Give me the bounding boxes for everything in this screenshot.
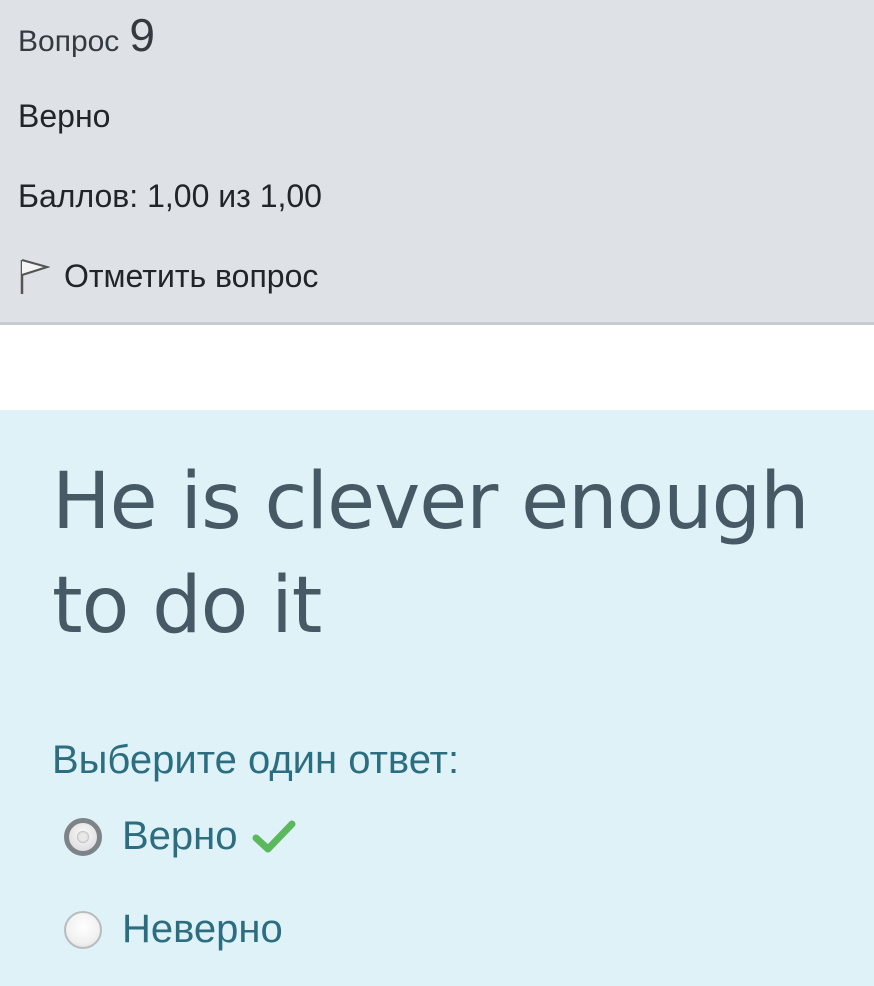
answer-radio-false[interactable] [64,910,102,949]
question-number-value: 9 [129,9,155,61]
question-text: He is clever enough to do it [52,457,810,651]
answer-option-false[interactable]: Неверно [64,907,283,952]
question-info-panel: Вопрос 9 Верно Баллов: 1,00 из 1,00 Отмет… [0,0,874,325]
question-number: Вопрос 9 [18,8,155,62]
answer-prompt: Выберите один ответ: [52,738,460,782]
flag-question-button[interactable]: Отметить вопрос [18,256,318,296]
question-label: Вопрос [18,25,120,58]
question-state: Верно [18,98,111,134]
checkmark-icon [252,820,296,852]
question-content: He is clever enough to do it Выберите од… [0,410,874,986]
flag-question-label: Отметить вопрос [64,257,319,294]
answer-label-true: Верно [122,814,238,858]
answer-radio-true[interactable] [64,817,102,856]
answer-label-false: Неверно [122,907,283,951]
flag-icon [20,258,50,294]
question-grade: Баллов: 1,00 из 1,00 [18,178,322,214]
answer-option-true[interactable]: Верно [64,814,296,859]
